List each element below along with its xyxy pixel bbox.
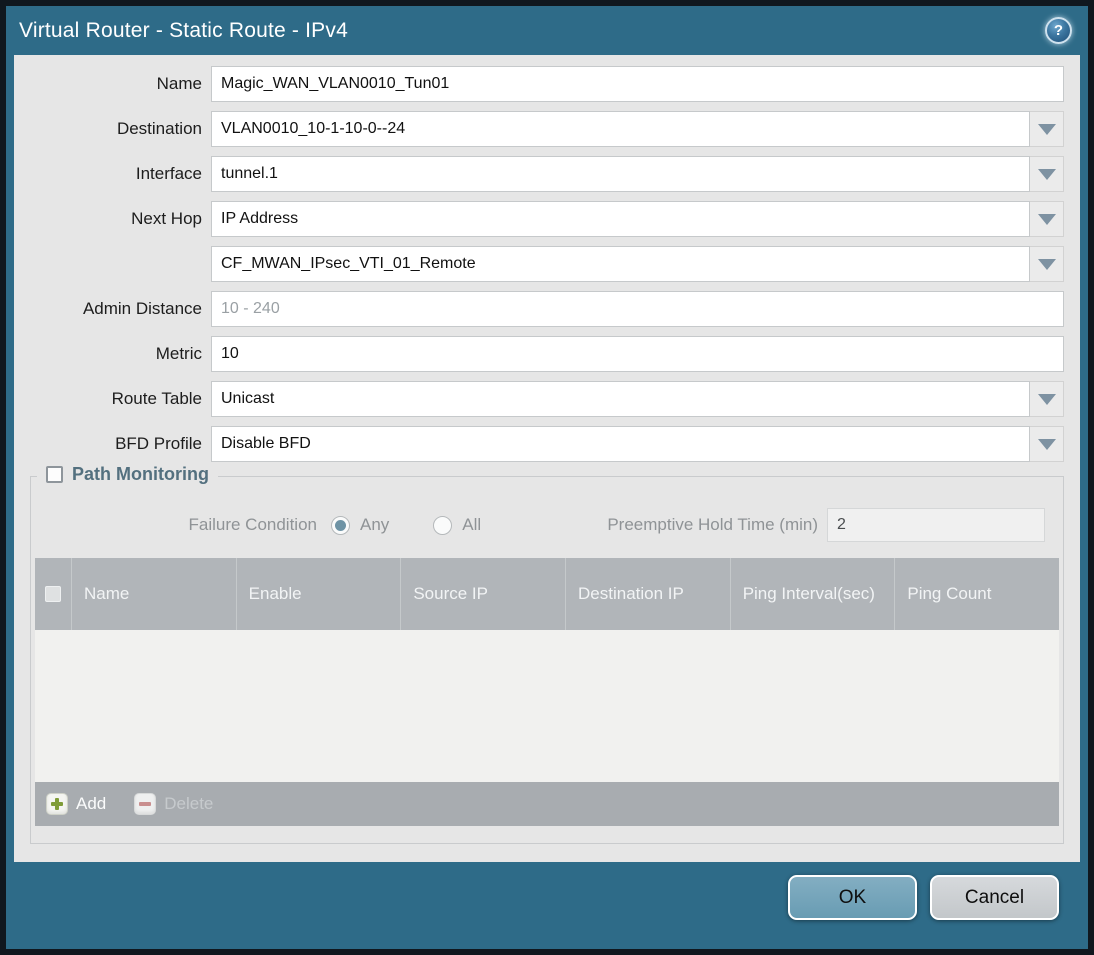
- interface-dropdown-button[interactable]: [1030, 156, 1064, 192]
- bfd-profile-dropdown-button[interactable]: [1030, 426, 1064, 462]
- admin-distance-row: Admin Distance: [14, 291, 1064, 327]
- route-table-row: Route Table: [14, 381, 1064, 417]
- route-table-input[interactable]: [211, 381, 1030, 417]
- interface-label: Interface: [135, 164, 202, 183]
- add-button[interactable]: Add: [46, 793, 106, 815]
- column-header-ping-count: Ping Count: [907, 584, 992, 604]
- help-icon[interactable]: ?: [1045, 17, 1072, 44]
- bfd-profile-row: BFD Profile: [14, 426, 1064, 462]
- chevron-down-icon: [1037, 168, 1056, 180]
- failure-condition-any-radio[interactable]: [331, 515, 350, 535]
- next-hop-label: Next Hop: [131, 209, 202, 228]
- next-hop-type-dropdown-button[interactable]: [1030, 201, 1064, 237]
- failure-condition-row: Failure Condition Any All Preemptive Hol…: [31, 507, 1063, 543]
- select-all-checkbox[interactable]: [45, 586, 61, 602]
- chevron-down-icon: [1037, 258, 1056, 270]
- next-hop-address-input[interactable]: [211, 246, 1030, 282]
- metric-label: Metric: [155, 344, 202, 363]
- interface-input[interactable]: [211, 156, 1030, 192]
- route-table-label: Route Table: [111, 389, 202, 408]
- chevron-down-icon: [1037, 123, 1056, 135]
- plus-icon: [46, 793, 68, 815]
- admin-distance-input[interactable]: [211, 291, 1064, 327]
- next-hop-address-row: [14, 246, 1064, 282]
- path-monitoring-checkbox[interactable]: [46, 466, 63, 483]
- dialog-footer: OK Cancel: [6, 862, 1088, 949]
- dialog-titlebar: Virtual Router - Static Route - IPv4 ?: [6, 6, 1088, 55]
- delete-button-label: Delete: [164, 794, 214, 813]
- bfd-profile-label: BFD Profile: [115, 434, 202, 453]
- path-monitoring-table: Name Enable Source IP Destination IP Pin…: [35, 558, 1059, 826]
- failure-condition-all-radio[interactable]: [433, 515, 453, 535]
- cancel-button[interactable]: Cancel: [930, 875, 1059, 920]
- column-header-enable: Enable: [237, 558, 402, 630]
- failure-condition-label: Failure Condition: [188, 515, 317, 534]
- table-toolbar: Add Delete: [35, 782, 1059, 826]
- destination-input[interactable]: [211, 111, 1030, 147]
- name-label: Name: [156, 74, 202, 93]
- minus-icon: [134, 793, 157, 815]
- failure-condition-all-label: All: [462, 515, 482, 534]
- next-hop-address-dropdown-button[interactable]: [1030, 246, 1064, 282]
- dialog-content: Name Destination Interface: [14, 55, 1080, 862]
- ok-button[interactable]: OK: [788, 875, 917, 920]
- failure-condition-any-label: Any: [360, 515, 390, 534]
- table-header-row: Name Enable Source IP Destination IP Pin…: [35, 558, 1059, 630]
- path-monitoring-group: Path Monitoring Failure Condition Any Al…: [30, 464, 1064, 844]
- path-monitoring-title: Path Monitoring: [72, 464, 209, 484]
- chevron-down-icon: [1037, 213, 1056, 225]
- destination-row: Destination: [14, 111, 1064, 147]
- dialog-title: Virtual Router - Static Route - IPv4: [19, 18, 348, 42]
- bfd-profile-input[interactable]: [211, 426, 1030, 462]
- next-hop-row: Next Hop: [14, 201, 1064, 237]
- table-body-empty: [35, 630, 1059, 782]
- column-header-name: Name: [72, 558, 237, 630]
- admin-distance-label: Admin Distance: [82, 299, 202, 318]
- path-monitoring-legend: Path Monitoring: [37, 464, 218, 485]
- destination-label: Destination: [116, 119, 202, 138]
- table-header-checkbox-cell: [35, 558, 72, 630]
- metric-input[interactable]: [211, 336, 1064, 372]
- name-input[interactable]: [211, 66, 1064, 102]
- next-hop-type-input[interactable]: [211, 201, 1030, 237]
- preemptive-hold-time-input[interactable]: [827, 508, 1045, 542]
- preemptive-hold-time-label: Preemptive Hold Time (min): [607, 515, 818, 534]
- chevron-down-icon: [1037, 438, 1056, 450]
- chevron-down-icon: [1037, 393, 1056, 405]
- delete-button[interactable]: Delete: [134, 793, 213, 815]
- add-button-label: Add: [76, 794, 107, 813]
- route-table-dropdown-button[interactable]: [1030, 381, 1064, 417]
- metric-row: Metric: [14, 336, 1064, 372]
- static-route-dialog: Virtual Router - Static Route - IPv4 ? N…: [0, 0, 1094, 955]
- name-row: Name: [14, 66, 1064, 102]
- destination-dropdown-button[interactable]: [1030, 111, 1064, 147]
- column-header-source-ip: Source IP: [401, 558, 567, 630]
- interface-row: Interface: [14, 156, 1064, 192]
- column-header-destination-ip: Destination IP: [566, 558, 731, 630]
- column-header-ping-interval: Ping Interval(sec): [731, 558, 896, 630]
- next-hop-address-label: [14, 246, 211, 282]
